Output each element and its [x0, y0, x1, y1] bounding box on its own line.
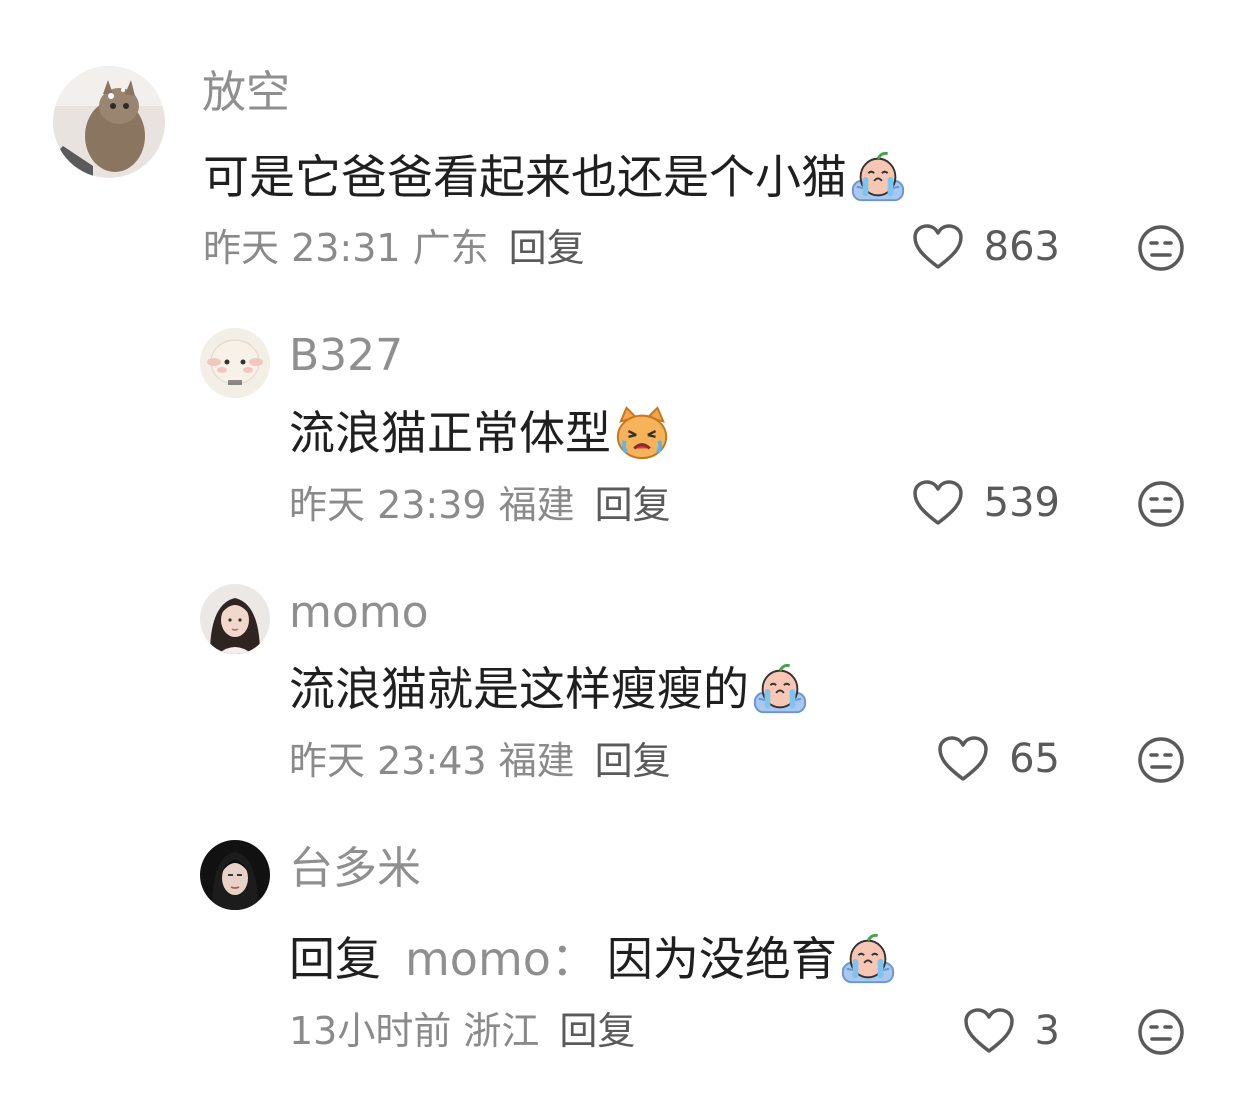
comment-text: 流浪猫就是这样瘦瘦的 [289, 660, 809, 718]
like-count: 863 [983, 224, 1060, 270]
comment-time: 昨天 23:39 [289, 483, 487, 527]
comment-item: 放空 可是它爸爸看起来也还是个小猫 昨天 23:31 广东 回复 863 [0, 0, 1260, 290]
heart-icon [937, 735, 989, 783]
sheep-avatar-icon [200, 328, 270, 398]
reply-button[interactable]: 回复 [559, 1012, 635, 1050]
mention-colon: ： [550, 932, 597, 986]
mention-username[interactable]: momo [405, 936, 551, 982]
cat-photo-avatar-icon [53, 66, 165, 178]
comment-location: 广东 [412, 226, 489, 270]
heart-icon [912, 223, 964, 271]
reply-button[interactable]: 回复 [595, 742, 671, 780]
dislike-button[interactable] [1137, 224, 1185, 272]
reply-button[interactable]: 回复 [509, 229, 585, 267]
meh-face-icon [1138, 481, 1184, 527]
comment-item: 台多米 回复 momo ： 因为没绝育 13小时前 浙江 回复 3 [0, 0, 1260, 1055]
username[interactable]: B327 [289, 334, 403, 378]
comment-meta: 昨天 23:43 福建 回复 [289, 742, 671, 780]
avatar[interactable] [53, 66, 165, 178]
dislike-button[interactable] [1137, 1008, 1185, 1056]
like-button[interactable]: 863 [900, 222, 1060, 272]
like-button[interactable]: 3 [900, 1006, 1060, 1056]
crying-peach-emoji-icon [839, 930, 897, 988]
comment-text: 流浪猫正常体型 [289, 404, 671, 462]
comment-body: 流浪猫就是这样瘦瘦的 [289, 662, 749, 716]
like-count: 3 [1034, 1008, 1060, 1054]
reply-prefix: 回复 [289, 932, 381, 986]
comment-body: 流浪猫正常体型 [289, 406, 611, 460]
meh-face-icon [1138, 1009, 1184, 1055]
username[interactable]: 放空 [202, 71, 290, 115]
avatar[interactable] [200, 584, 270, 654]
like-button[interactable]: 539 [900, 478, 1060, 528]
comment-location: 福建 [498, 483, 575, 527]
woman-dark-avatar-icon [200, 840, 270, 910]
like-count: 65 [1009, 736, 1060, 782]
avatar[interactable] [200, 328, 270, 398]
woman-avatar-icon [200, 584, 270, 654]
reply-button[interactable]: 回复 [595, 486, 671, 524]
comment-time: 13小时前 [289, 1009, 452, 1053]
dislike-button[interactable] [1137, 736, 1185, 784]
avatar[interactable] [200, 840, 270, 910]
heart-icon [963, 1007, 1015, 1055]
comment-time: 昨天 23:43 [289, 739, 487, 783]
dislike-button[interactable] [1137, 480, 1185, 528]
comment-time: 昨天 23:31 [203, 226, 401, 270]
heart-icon [912, 479, 964, 527]
username[interactable]: momo [289, 591, 429, 635]
crying-angry-cat-emoji-icon [613, 404, 671, 462]
comment-text: 回复 momo ： 因为没绝育 [289, 930, 897, 988]
like-button[interactable]: 65 [900, 734, 1060, 784]
crying-peach-emoji-icon [849, 148, 907, 206]
comment-body: 可是它爸爸看起来也还是个小猫 [203, 150, 847, 204]
comment-meta: 昨天 23:39 福建 回复 [289, 486, 671, 524]
comment-location: 福建 [498, 739, 575, 783]
username[interactable]: 台多米 [289, 847, 421, 891]
comment-meta: 13小时前 浙江 回复 [289, 1012, 635, 1050]
crying-peach-emoji-icon [751, 660, 809, 718]
meh-face-icon [1138, 225, 1184, 271]
comment-meta: 昨天 23:31 广东 回复 [203, 229, 585, 267]
comment-location: 浙江 [463, 1009, 540, 1053]
like-count: 539 [983, 480, 1060, 526]
meh-face-icon [1138, 737, 1184, 783]
comment-body: 因为没绝育 [606, 932, 837, 986]
comment-text: 可是它爸爸看起来也还是个小猫 [203, 148, 907, 206]
